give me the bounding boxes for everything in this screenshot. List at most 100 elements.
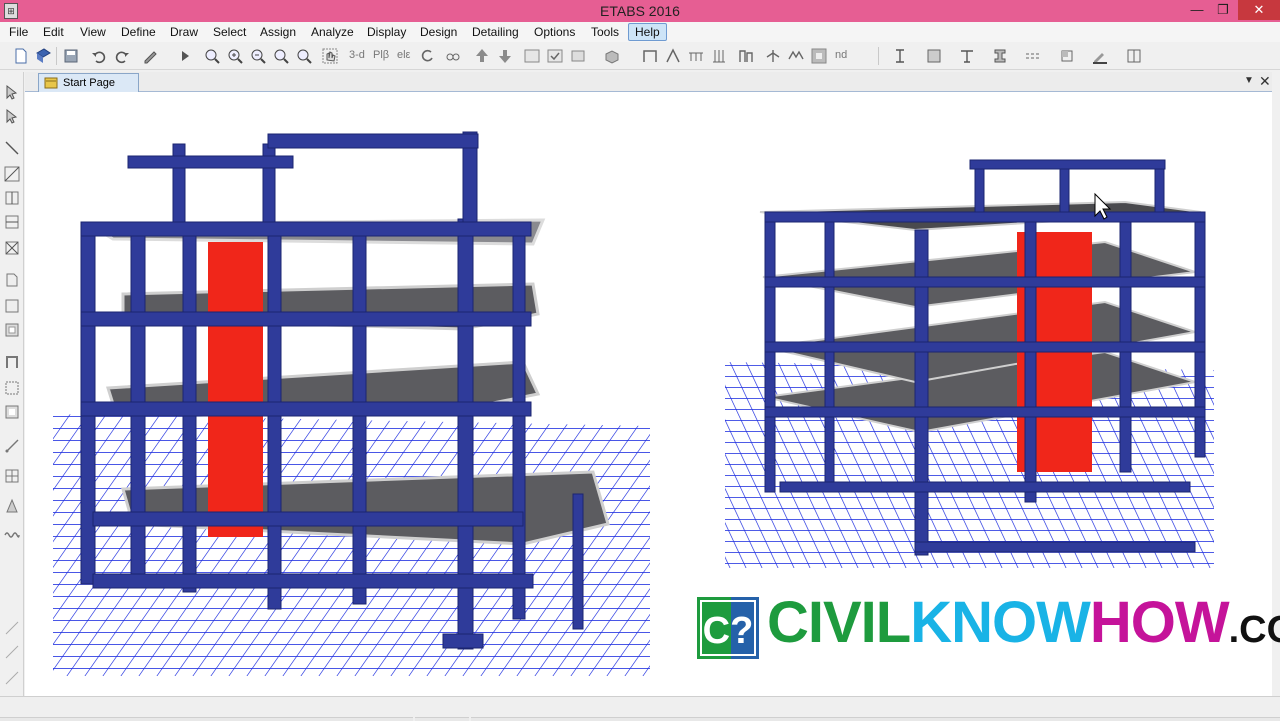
extrude-view-icon[interactable] [603, 47, 621, 65]
undo-icon[interactable] [90, 47, 108, 65]
draw-line-icon[interactable] [4, 140, 20, 156]
beam [80, 221, 532, 237]
zoom-window-icon[interactable] [203, 47, 221, 65]
frame-section-icon[interactable] [991, 47, 1009, 65]
draw-floor-icon[interactable] [4, 272, 20, 288]
menu-define[interactable]: Define [121, 25, 156, 39]
select-all-icon[interactable] [4, 620, 20, 636]
move-down-icon[interactable] [496, 47, 514, 65]
draw-opening-icon[interactable] [810, 47, 828, 65]
previous-selection-icon[interactable] [4, 644, 20, 660]
menu-options[interactable]: Options [534, 25, 575, 39]
civilknowhow-logo: C? CIVILKNOWHOW.COM [697, 590, 1280, 662]
menu-draw[interactable]: Draw [170, 25, 198, 39]
beam [80, 311, 532, 327]
draw-node-button[interactable]: nd [835, 49, 847, 61]
draw-grid-icon[interactable] [4, 468, 20, 484]
perspective-toggle-icon[interactable] [444, 47, 462, 65]
zoom-out-icon[interactable] [249, 47, 267, 65]
menu-design[interactable]: Design [420, 25, 457, 39]
object-shrink-icon[interactable] [569, 47, 587, 65]
civilknowhow-logo-mark: C? [697, 597, 759, 659]
menu-view[interactable]: View [80, 25, 106, 39]
clear-selection-icon[interactable] [4, 670, 20, 686]
run-analysis-icon[interactable] [176, 47, 194, 65]
move-up-icon[interactable] [473, 47, 491, 65]
minimize-button[interactable]: — [1184, 0, 1210, 20]
draw-brace-plan-icon[interactable] [4, 240, 20, 256]
pen-color-icon[interactable] [1091, 47, 1109, 65]
draw-dimension-icon[interactable] [4, 498, 20, 514]
beam [764, 211, 1206, 223]
save-icon[interactable] [62, 47, 80, 65]
draw-brace-icon[interactable] [664, 47, 682, 65]
dimension-line-icon[interactable] [891, 47, 909, 65]
zoom-extents-icon[interactable] [272, 47, 290, 65]
restore-button[interactable]: ❐ [1210, 0, 1236, 20]
menu-help[interactable]: Help [628, 23, 667, 41]
reshape-icon[interactable] [4, 108, 20, 124]
tab-start-page-label: Start Page [63, 77, 115, 89]
draw-column-icon[interactable] [710, 47, 728, 65]
check-icon[interactable] [546, 47, 564, 65]
rotate-view-icon[interactable] [418, 47, 436, 65]
reference-plane-icon[interactable] [958, 47, 976, 65]
menu-analyze[interactable]: Analyze [311, 25, 354, 39]
menu-bar: File Edit View Define Draw Select Assign… [0, 22, 1280, 42]
draw-link-icon[interactable] [787, 47, 805, 65]
draw-opening-plan-icon[interactable] [4, 404, 20, 420]
draw-wall-icon[interactable] [737, 47, 755, 65]
set-display-options-icon[interactable] [523, 47, 541, 65]
releases-icon[interactable] [1058, 47, 1076, 65]
redo-icon[interactable] [113, 47, 131, 65]
set-building-view-icon[interactable] [925, 47, 943, 65]
beam [764, 406, 1206, 418]
draw-area-icon[interactable] [4, 322, 20, 338]
lock-pencil-icon[interactable] [141, 47, 159, 65]
plan-view-button[interactable]: Plβ [373, 49, 389, 61]
tab-close-icon[interactable]: ✕ [1259, 73, 1271, 90]
window-title: ETABS 2016 [600, 3, 680, 19]
draw-wall-plan-icon[interactable] [4, 354, 20, 370]
elevation-view-button[interactable]: elε [397, 49, 410, 61]
document-tab-strip: Start Page ▼ ✕ [25, 72, 1272, 92]
menu-edit[interactable]: Edit [43, 25, 64, 39]
draw-column-plan-icon[interactable] [4, 190, 20, 206]
view-3d-button[interactable]: 3-d [349, 49, 365, 61]
draw-wall-stack-icon[interactable] [4, 380, 20, 396]
zoom-in-icon[interactable] [226, 47, 244, 65]
pointer-select-icon[interactable] [4, 84, 20, 100]
beam [764, 276, 1206, 288]
column [572, 493, 584, 630]
menu-select[interactable]: Select [213, 25, 246, 39]
draw-spring-icon[interactable] [4, 526, 20, 542]
beam [80, 401, 532, 417]
menu-tools[interactable]: Tools [591, 25, 619, 39]
draw-frame-icon[interactable] [641, 47, 659, 65]
draw-beam-plan-icon[interactable] [4, 214, 20, 230]
status-panel [471, 717, 1280, 721]
open-model-icon[interactable] [34, 47, 52, 65]
logo-dotcom: .COM [1228, 609, 1280, 651]
line-style-icon[interactable] [1024, 47, 1042, 65]
close-button[interactable]: ✕ [1238, 0, 1280, 20]
draw-beam-icon[interactable] [687, 47, 705, 65]
menu-file[interactable]: File [9, 25, 28, 39]
draw-rect-floor-icon[interactable] [4, 298, 20, 314]
column [824, 221, 835, 493]
tab-list-dropdown-icon[interactable]: ▼ [1244, 75, 1254, 86]
column [267, 228, 282, 610]
logo-know: KNOW [910, 590, 1091, 655]
tab-start-page[interactable]: Start Page [38, 73, 139, 92]
draw-link-plan-icon[interactable] [4, 438, 20, 454]
pan-icon[interactable] [321, 47, 339, 65]
menu-assign[interactable]: Assign [260, 25, 296, 39]
civilknowhow-wordmark: CIVILKNOWHOW.COM [767, 590, 1280, 663]
new-model-icon[interactable] [12, 47, 30, 65]
draw-slab-icon[interactable] [764, 47, 782, 65]
menu-display[interactable]: Display [367, 25, 406, 39]
draw-diagonal-icon[interactable] [4, 166, 20, 182]
zoom-previous-icon[interactable] [295, 47, 313, 65]
layout-options-icon[interactable] [1125, 47, 1143, 65]
menu-detailing[interactable]: Detailing [472, 25, 519, 39]
